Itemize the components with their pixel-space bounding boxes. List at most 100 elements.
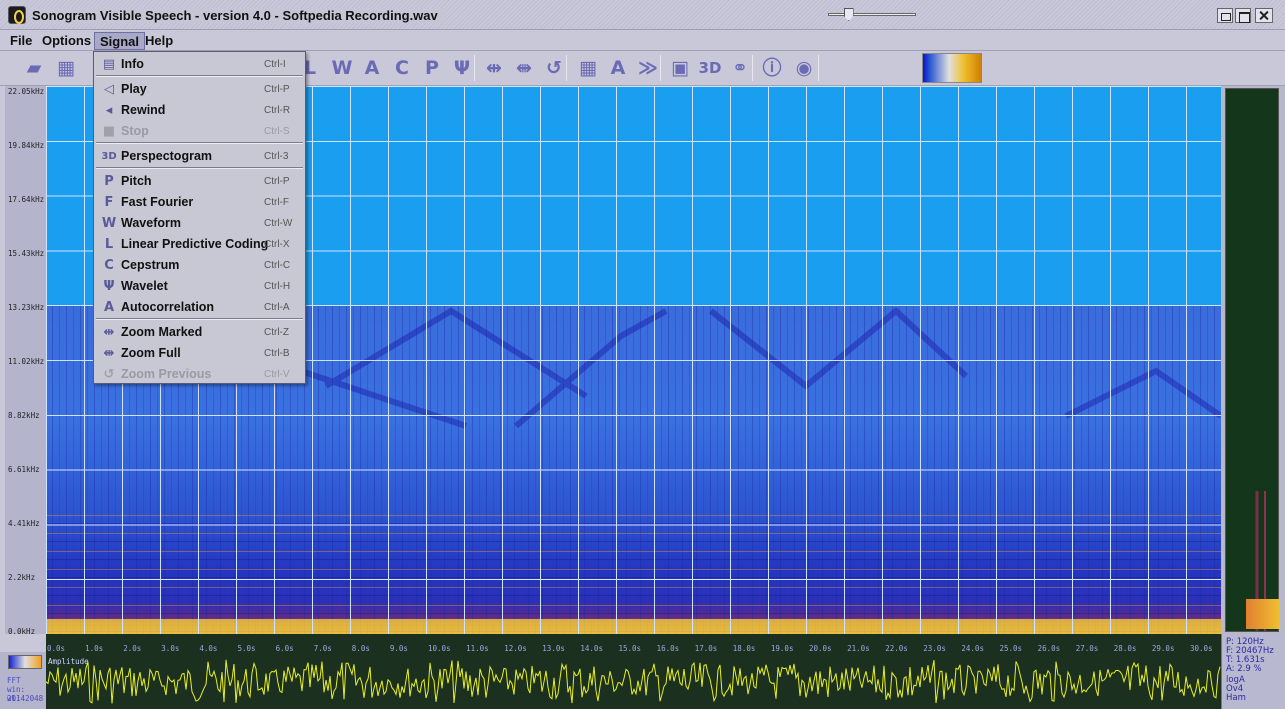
window-title: Sonogram Visible Speech - version 4.0 - … (32, 8, 444, 23)
slider-thumb[interactable] (843, 8, 854, 21)
signal-menu-item-perspectogram[interactable]: 3D Perspectogram Ctrl-3 (96, 146, 303, 167)
frequency-tick-label: 19.84kHz (8, 141, 45, 150)
menu-separator (96, 75, 303, 77)
signal-menu-dropdown: ▤ Info Ctrl-I ◁ Play Ctrl-P ◂ Rewind Ctrl-R ■ Stop… (93, 51, 306, 384)
info-tool-icon[interactable]: ⓘ (760, 56, 784, 80)
minimize-button[interactable] (1217, 8, 1233, 23)
cepstrum-icon: C (104, 258, 114, 273)
colormap-swatch[interactable] (8, 655, 42, 669)
menu-item-label: Waveform (121, 216, 181, 230)
frequency-tick-label: 2.2kHz (8, 573, 36, 582)
maximize-button[interactable] (1235, 8, 1251, 23)
perspectogram-tool-icon[interactable]: ▣ (668, 56, 692, 80)
log-tool-icon[interactable]: A (606, 56, 630, 80)
waveform-plot (46, 659, 1221, 704)
rewind-icon: ◂ (105, 103, 113, 118)
stop-icon: ■ (102, 124, 116, 139)
frequency-tick-label: 22.05kHz (8, 87, 45, 96)
menu-item-shortcut: Ctrl-Z (264, 327, 289, 338)
signal-menu-item-play[interactable]: ◁ Play Ctrl-P (96, 79, 303, 100)
spectrum-side-panel (1221, 86, 1285, 634)
signal-menu-item-rewind[interactable]: ◂ Rewind Ctrl-R (96, 100, 303, 121)
close-button[interactable] (1255, 8, 1273, 23)
window-type-mode[interactable]: Ham (1226, 694, 1246, 703)
signal-menu-item-zoom-marked[interactable]: ⇹ Zoom Marked Ctrl-Z (96, 322, 303, 343)
waveform-line (46, 659, 1221, 704)
menu-item-label: Zoom Marked (121, 325, 203, 339)
slider-track (828, 13, 916, 16)
fourier-icon: F (104, 195, 114, 210)
waveform-panel[interactable]: Amplitude (46, 652, 1221, 709)
menu-item-shortcut: Ctrl-V (264, 369, 290, 380)
signal-menu-item-autocorrelation[interactable]: A Autocorrelation Ctrl-A (96, 297, 303, 318)
menu-item-label: Rewind (121, 103, 166, 117)
menu-options[interactable]: Options (37, 32, 96, 50)
signal-menu-item-cepstrum[interactable]: C Cepstrum Ctrl-C (96, 255, 303, 276)
about-tool-icon[interactable]: ◉ (792, 56, 816, 80)
frequency-tick-label: 8.82kHz (8, 411, 40, 420)
amplitude-readout: A: 2.9 % (1226, 664, 1262, 674)
wavelet-tool-icon[interactable]: Ψ (450, 56, 474, 80)
binoculars-tool-icon[interactable]: ⚭ (728, 56, 752, 80)
signal-menu-item-pitch[interactable]: P Pitch Ctrl-P (96, 171, 303, 192)
grid-tool-icon[interactable]: ▦ (576, 56, 600, 80)
menu-item-shortcut: Ctrl-3 (264, 151, 289, 162)
menu-file[interactable]: File (5, 32, 37, 50)
speaker-icon: ◁ (104, 82, 114, 97)
toolbar-separator (660, 55, 661, 81)
menu-item-label: Stop (121, 124, 149, 138)
menu-item-label: Cepstrum (121, 258, 180, 272)
menu-item-label: Linear Predictive Coding (121, 237, 269, 251)
frequency-tick-label: 15.43kHz (8, 249, 45, 258)
play-tool-icon[interactable]: ≫ (636, 56, 660, 80)
menu-item-shortcut: Ctrl-F (264, 197, 289, 208)
signal-menu-item-linear-predictive-coding[interactable]: L Linear Predictive Coding Ctrl-X (96, 234, 303, 255)
colormap-preview[interactable] (922, 53, 982, 83)
waveform-icon: W (101, 216, 117, 231)
zoom-previous-tool-icon[interactable]: ↺ (542, 56, 566, 80)
menu-item-shortcut: Ctrl-X (264, 239, 290, 250)
menu-item-label: Wavelet (121, 279, 168, 293)
menu-item-shortcut: Ctrl-B (264, 348, 290, 359)
spectrum-peak (1246, 599, 1280, 629)
signal-menu-item-info[interactable]: ▤ Info Ctrl-I (96, 54, 303, 75)
waveform-tool-icon[interactable]: W (330, 56, 354, 80)
menu-bar: File Options Signal Help (0, 30, 1285, 51)
menu-item-shortcut: Ctrl-W (264, 218, 293, 229)
menu-item-shortcut: Ctrl-S (264, 126, 290, 137)
cepstrum-tool-icon[interactable]: C (390, 56, 414, 80)
frequency-tick-label: 13.23kHz (8, 303, 45, 312)
3d-tool-icon[interactable]: 3D (698, 56, 722, 80)
menu-separator (96, 167, 303, 169)
menu-item-shortcut: Ctrl-P (264, 176, 290, 187)
pitch-tool-icon[interactable]: P (420, 56, 444, 80)
menu-item-label: Pitch (121, 174, 152, 188)
zoom-marked-tool-icon[interactable]: ⇹ (482, 56, 506, 80)
record-icon[interactable]: ▦ (54, 56, 78, 80)
menu-separator (96, 142, 303, 144)
fft-label: FFT (7, 676, 21, 685)
signal-menu-item-fast-fourier[interactable]: F Fast Fourier Ctrl-F (96, 192, 303, 213)
frequency-tick-label: 11.02kHz (8, 357, 45, 366)
menu-separator (96, 318, 303, 320)
menu-signal[interactable]: Signal (94, 32, 146, 50)
amplitude-label: Amplitude (48, 657, 89, 666)
frequency-tick-label: 4.41kHz (8, 519, 40, 528)
time-axis: 0.0s 1.0s 2.0s 3.0s 4.0s 5.0s 6.0s 7.0s 8.0s 9.0s… (46, 634, 1221, 653)
toolbar-separator (566, 55, 567, 81)
menu-item-shortcut: Ctrl-P (264, 84, 290, 95)
signal-menu-item-zoom-full[interactable]: ⇼ Zoom Full Ctrl-B (96, 343, 303, 364)
signal-menu-item-waveform[interactable]: W Waveform Ctrl-W (96, 213, 303, 234)
menu-item-label: Info (121, 57, 144, 71)
signal-menu-item-wavelet[interactable]: Ψ Wavelet Ctrl-H (96, 276, 303, 297)
menu-item-label: Fast Fourier (121, 195, 194, 209)
contrast-slider[interactable] (828, 8, 916, 22)
app-window: Sonogram Visible Speech - version 4.0 - … (0, 0, 1285, 709)
autocorrelation-tool-icon[interactable]: A (360, 56, 384, 80)
frequency-tick-label: 6.61kHz (8, 465, 40, 474)
menu-help[interactable]: Help (140, 32, 178, 50)
zoom-full-tool-icon[interactable]: ⇼ (512, 56, 536, 80)
zoom-previous-icon: ↺ (103, 367, 115, 382)
open-file-icon[interactable]: ▰ (22, 56, 46, 80)
frequency-tick-label: 17.64kHz (8, 195, 45, 204)
